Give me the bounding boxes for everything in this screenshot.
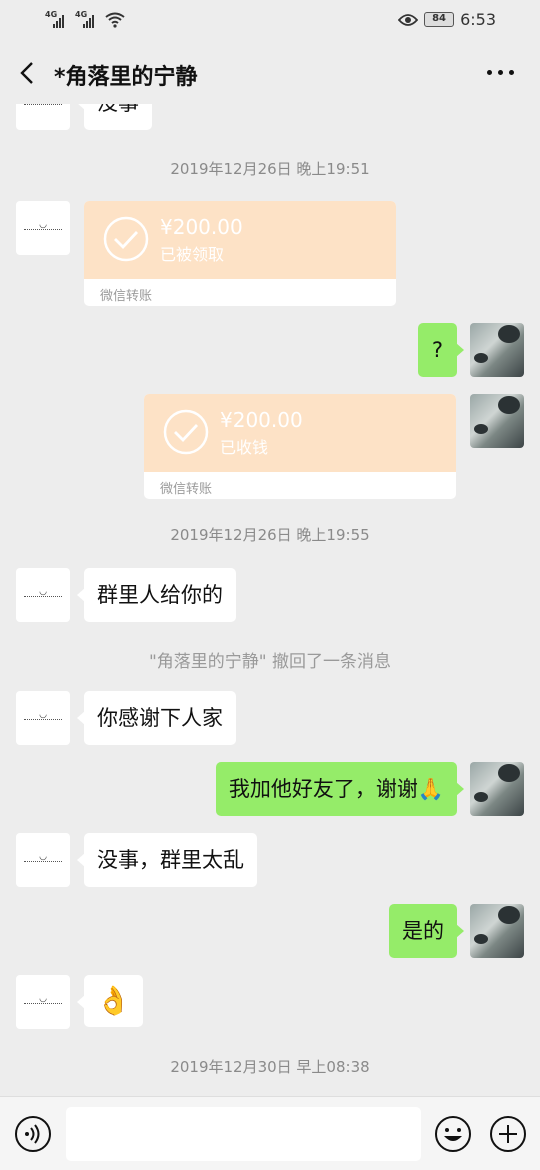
transfer-amount: ¥200.00	[220, 408, 303, 432]
transfer-card[interactable]: ¥200.00 已收钱 微信转账	[144, 394, 456, 499]
message-bubble[interactable]: 没事	[77, 104, 152, 130]
message-list[interactable]: ◡ 没事 2019年12月26日 晚上19:51 ◡ ¥200.00 已被领取 …	[0, 104, 540, 1096]
check-circle-icon	[163, 409, 209, 455]
contact-avatar[interactable]: ◡	[16, 568, 70, 622]
chat-title: *角落里的宁静	[54, 65, 198, 90]
timestamp: 2019年12月30日 早上08:38	[170, 1058, 370, 1076]
check-circle-icon	[103, 216, 149, 262]
contact-avatar[interactable]: ◡	[16, 201, 70, 255]
input-bar	[0, 1096, 540, 1170]
message-bubble[interactable]: 我加他好友了，谢谢🙏	[215, 762, 465, 816]
clock: 6:53	[460, 10, 496, 29]
contact-avatar[interactable]: ◡	[16, 104, 70, 130]
transfer-footer: 微信转账	[160, 482, 213, 497]
my-avatar[interactable]	[470, 762, 524, 816]
transfer-card[interactable]: ¥200.00 已被领取 微信转账	[84, 201, 396, 306]
my-avatar[interactable]	[470, 904, 524, 958]
wifi-icon	[105, 12, 125, 28]
status-bar: 4G 4G 84 6:53	[0, 0, 540, 42]
plus-icon[interactable]	[489, 1115, 527, 1153]
more-dots-icon[interactable]	[487, 70, 514, 75]
battery-indicator: 84	[424, 12, 455, 27]
chat-header: *角落里的宁静	[0, 42, 540, 104]
transfer-status: 已收钱	[220, 438, 269, 457]
signal-icon: 4G	[45, 10, 67, 28]
message-input[interactable]	[66, 1107, 421, 1161]
timestamp: 2019年12月26日 晚上19:55	[170, 526, 370, 544]
message-bubble[interactable]: ?	[417, 323, 465, 377]
contact-avatar[interactable]: ◡	[16, 833, 70, 887]
message-bubble[interactable]: 是的	[389, 904, 464, 958]
signal-icon: 4G	[75, 10, 97, 28]
eye-icon	[398, 13, 419, 26]
contact-avatar[interactable]: ◡	[16, 975, 70, 1029]
contact-avatar[interactable]: ◡	[16, 691, 70, 745]
my-avatar[interactable]	[470, 394, 524, 448]
transfer-footer: 微信转账	[100, 289, 153, 304]
back-arrow-icon[interactable]	[16, 60, 40, 86]
voice-icon[interactable]	[14, 1115, 52, 1153]
message-bubble[interactable]: 你感谢下人家	[77, 691, 236, 745]
message-bubble[interactable]: 👌	[77, 975, 143, 1027]
message-bubble[interactable]: 群里人给你的	[77, 568, 236, 622]
recall-notice: "角落里的宁静" 撤回了一条消息	[148, 652, 392, 672]
transfer-status: 已被领取	[160, 245, 225, 264]
smile-icon[interactable]	[434, 1115, 472, 1153]
my-avatar[interactable]	[470, 323, 524, 377]
timestamp: 2019年12月26日 晚上19:51	[170, 160, 370, 178]
transfer-amount: ¥200.00	[160, 215, 243, 239]
message-bubble[interactable]: 没事，群里太乱	[77, 833, 257, 887]
